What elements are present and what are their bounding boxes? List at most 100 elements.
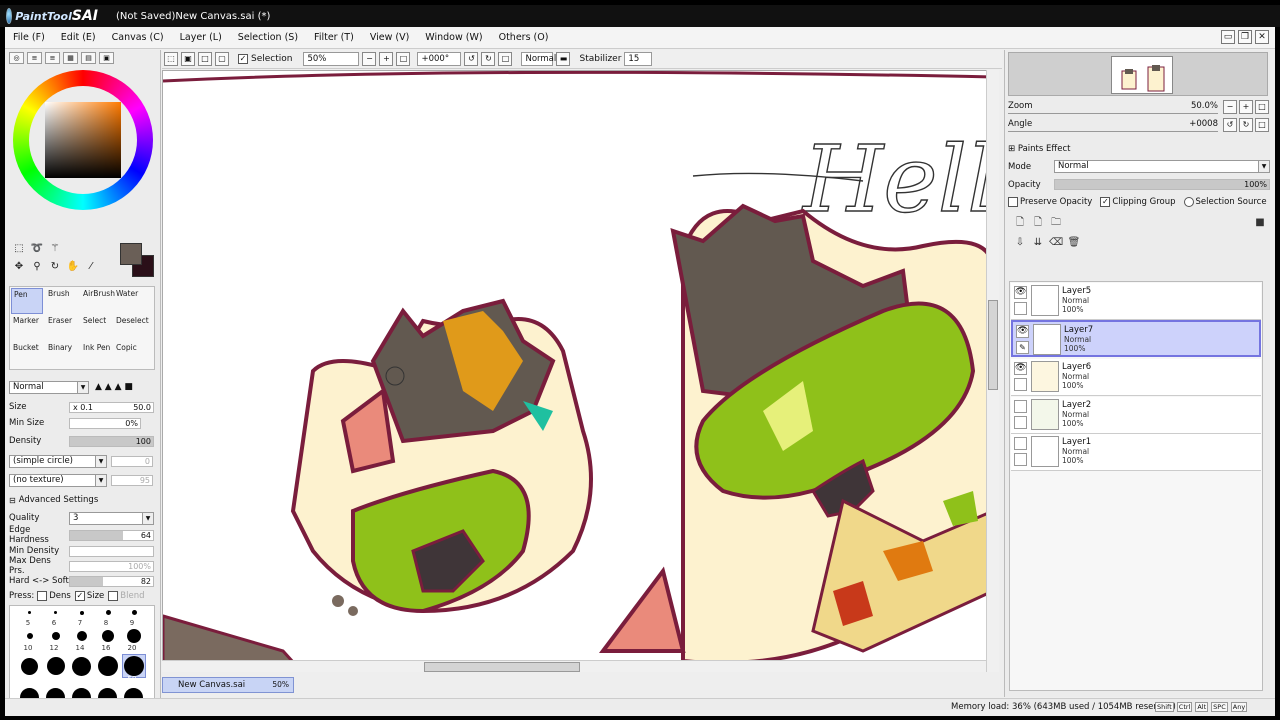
brush-tip-shapes-icon[interactable]: ▲ ▲ ▲ ■ (95, 382, 133, 392)
transfer-down-icon[interactable]: ⇩ (1013, 236, 1027, 250)
rgb-slider-mode-icon[interactable]: ≡ (27, 52, 42, 64)
zoom-in-button[interactable]: + (379, 52, 394, 66)
new-folder-icon[interactable]: 🗀 (1049, 216, 1063, 230)
shape-strength[interactable]: 0 (111, 455, 153, 467)
visibility-toggle[interactable] (1014, 437, 1027, 450)
brush-shape-select[interactable]: (simple circle) ▼ (9, 454, 107, 468)
hide-selection-button[interactable]: □ (198, 52, 212, 66)
clear-layer-icon[interactable]: ⌫ (1049, 236, 1063, 250)
canvas-horizontal-scrollbar[interactable] (162, 660, 986, 672)
color-wheel-mode-icon[interactable]: ◎ (9, 52, 24, 64)
saturation-value-square[interactable] (45, 102, 121, 178)
layer-lock-toggle[interactable] (1014, 302, 1027, 315)
tool-water[interactable]: Water (114, 288, 146, 314)
brush-size-dot[interactable] (77, 631, 87, 641)
new-layer-icon[interactable]: 🗋 (1013, 216, 1027, 230)
navigator-thumbnail[interactable] (1111, 56, 1173, 94)
stabilizer-select[interactable]: 15 (624, 52, 653, 66)
navigator-angle-slider[interactable] (1008, 131, 1218, 132)
foreground-color-swatch[interactable] (120, 243, 142, 265)
layer-lock-toggle[interactable] (1014, 416, 1027, 429)
tool-select[interactable]: Select (81, 315, 113, 341)
menu-edit[interactable]: Edit (E) (53, 32, 104, 43)
magic-wand-icon[interactable]: ⚚ (48, 242, 62, 256)
visibility-eye-icon[interactable]: 👁 (1014, 362, 1027, 375)
brush-size-dot[interactable] (47, 657, 65, 675)
navigator-zoom-in-button[interactable]: + (1239, 100, 1253, 114)
minimize-button[interactable]: ▭ (1221, 30, 1235, 44)
max-dens-slider[interactable]: 100% (69, 560, 154, 572)
rect-select-icon[interactable]: ⬚ (12, 242, 26, 256)
view-blend-select[interactable]: Normal (521, 52, 556, 66)
move-icon[interactable]: ✥ (12, 260, 26, 274)
angle-select[interactable]: +000° (417, 52, 462, 66)
menu-view[interactable]: View (V) (362, 32, 417, 43)
eyedropper-icon[interactable]: ⁄ (84, 260, 98, 274)
drawing-canvas[interactable]: Hell (162, 70, 999, 672)
menu-canvas[interactable]: Canvas (C) (104, 32, 172, 43)
menu-filter[interactable]: Filter (T) (306, 32, 362, 43)
layer-mode-select[interactable]: Normal ▼ (1054, 160, 1270, 173)
close-button[interactable]: ✕ (1255, 30, 1269, 44)
layer-row-layer5[interactable]: 👁 Layer5 Normal 100% (1011, 283, 1261, 320)
tool-brush[interactable]: Brush (46, 288, 78, 314)
document-tab[interactable]: New Canvas.sai 50% (162, 677, 294, 693)
navigator-zoom-reset-button[interactable]: □ (1255, 100, 1269, 114)
press-size-checkbox[interactable]: ✓ (74, 591, 85, 601)
min-density-slider[interactable] (69, 545, 154, 557)
selection-checkbox[interactable]: ✓ (238, 54, 248, 64)
layer-row-layer7[interactable]: 👁 ✎ Layer7 Normal 100% (1011, 320, 1261, 357)
press-blend-checkbox[interactable] (108, 591, 119, 601)
tool-pen[interactable]: Pen (11, 288, 43, 314)
flip-view-button[interactable]: ▬ (556, 52, 571, 66)
hard-soft-slider[interactable]: 82 (69, 575, 154, 587)
visibility-eye-icon[interactable]: 👁 (1016, 325, 1029, 338)
tool-copic[interactable]: Copic (114, 342, 146, 368)
layer-row-layer2[interactable]: Layer2 Normal 100% (1011, 397, 1261, 434)
tool-airbrush[interactable]: AirBrush (81, 288, 115, 314)
brush-size-dot[interactable] (72, 657, 91, 676)
brush-size-dot[interactable] (102, 630, 114, 642)
swatches-mode-icon[interactable]: ▤ (81, 52, 96, 64)
rotate-left-button[interactable]: ↺ (464, 52, 479, 66)
brush-size-dot[interactable] (54, 611, 57, 614)
menu-window[interactable]: Window (W) (417, 32, 490, 43)
brush-active-icon[interactable]: ✎ (1016, 341, 1029, 354)
navigator-rotate-left-button[interactable]: ↺ (1223, 118, 1237, 132)
deselect-button[interactable]: ⬚ (164, 52, 178, 66)
zoom-icon[interactable]: ⚲ (30, 260, 44, 274)
zoom-out-button[interactable]: − (362, 52, 377, 66)
select-all-button[interactable]: ▢ (215, 52, 229, 66)
density-slider[interactable]: 100 (69, 435, 154, 447)
tool-eraser[interactable]: Eraser (46, 315, 78, 341)
layer-lock-toggle[interactable] (1014, 378, 1027, 391)
delete-layer-icon[interactable]: 🗑 (1067, 236, 1081, 250)
menu-layer[interactable]: Layer (L) (172, 32, 230, 43)
canvas-vertical-scrollbar[interactable] (986, 70, 999, 672)
brush-size-dot[interactable] (28, 611, 31, 614)
brush-size-dot[interactable] (80, 611, 84, 615)
color-wheel[interactable] (13, 70, 153, 210)
tool-bucket[interactable]: Bucket (11, 342, 43, 368)
edge-hardness-slider[interactable]: 64 (69, 529, 154, 541)
navigator-panel[interactable] (1008, 52, 1268, 96)
tool-deselect[interactable]: Deselect (114, 315, 149, 341)
visibility-eye-icon[interactable]: 👁 (1014, 286, 1027, 299)
clipping-group-checkbox[interactable]: ✓ (1100, 197, 1111, 207)
quality-select[interactable]: 3 ▼ (69, 511, 154, 525)
new-linework-layer-icon[interactable]: 🗋 (1031, 216, 1045, 230)
vertical-scroll-thumb[interactable] (988, 300, 998, 390)
layer-row-layer6[interactable]: 👁 Layer6 Normal 100% (1011, 359, 1261, 396)
brush-size-dot[interactable] (98, 656, 118, 676)
brush-mode-select[interactable]: Normal ▼ (9, 380, 89, 394)
brush-size-dot[interactable] (21, 658, 38, 675)
tool-binary[interactable]: Binary (46, 342, 78, 368)
menu-others[interactable]: Others (O) (491, 32, 557, 43)
restore-button[interactable]: ❐ (1238, 30, 1252, 44)
tool-marker[interactable]: Marker (11, 315, 43, 341)
brush-size-dot[interactable] (127, 629, 141, 643)
tool-ink-pen[interactable]: Ink Pen (81, 342, 113, 368)
press-dens-checkbox[interactable] (37, 591, 48, 601)
rotate-right-button[interactable]: ↻ (481, 52, 496, 66)
navigator-rotate-right-button[interactable]: ↻ (1239, 118, 1253, 132)
